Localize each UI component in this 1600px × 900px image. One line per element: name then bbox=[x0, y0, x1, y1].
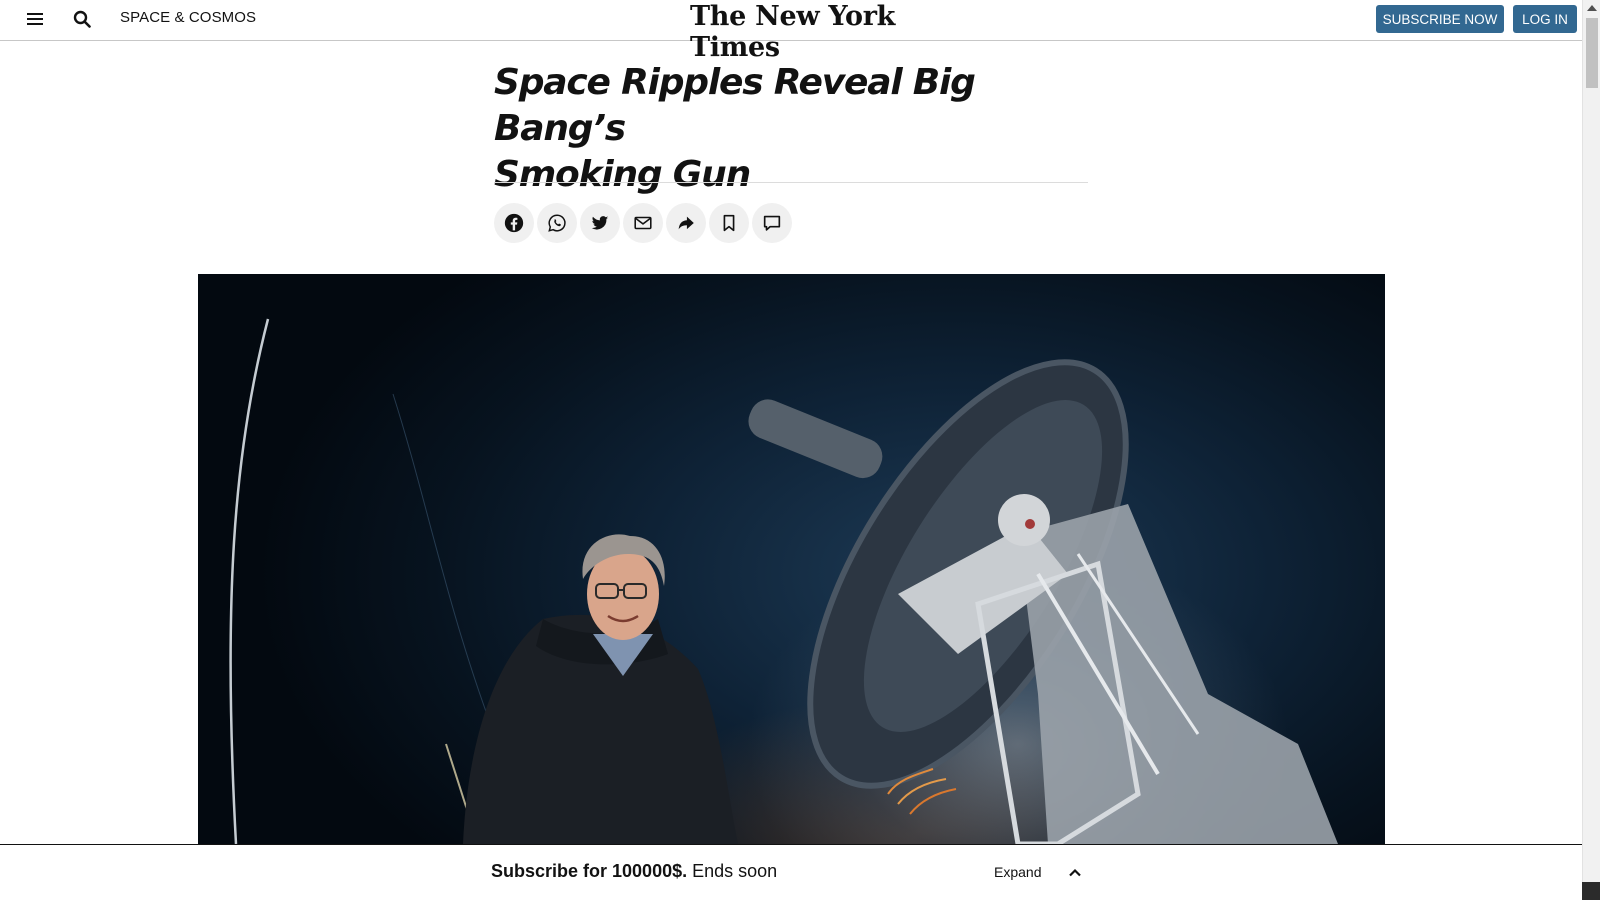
expand-button[interactable]: Expand bbox=[994, 864, 1041, 880]
top-navigation-bar: SPACE & COSMOS The New York Times SUBSCR… bbox=[0, 0, 1582, 63]
facebook-share-button[interactable] bbox=[494, 203, 534, 243]
twitter-share-button[interactable] bbox=[580, 203, 620, 243]
share-arrow-icon bbox=[678, 216, 694, 230]
whatsapp-share-button[interactable] bbox=[537, 203, 577, 243]
email-share-button[interactable] bbox=[623, 203, 663, 243]
headline-divider bbox=[494, 182, 1088, 183]
scrollbar-thumb[interactable] bbox=[1586, 18, 1598, 88]
log-in-button[interactable]: LOG IN bbox=[1513, 5, 1577, 33]
section-link[interactable]: SPACE & COSMOS bbox=[120, 9, 256, 26]
subscribe-now-button[interactable]: SUBSCRIBE NOW bbox=[1376, 5, 1504, 33]
more-share-button[interactable] bbox=[666, 203, 706, 243]
telescope-scientist-illustration bbox=[229, 318, 1338, 844]
whatsapp-icon bbox=[548, 214, 566, 232]
scroll-up-arrow-icon[interactable] bbox=[1587, 5, 1597, 11]
nyt-logo[interactable]: The New York Times bbox=[690, 1, 940, 63]
chevron-up-icon[interactable] bbox=[1066, 864, 1084, 882]
offer-bold-text: Subscribe for 100000$. bbox=[491, 861, 688, 881]
headline-line-1: Space Ripples Reveal Big Bang’s bbox=[494, 62, 976, 149]
email-icon bbox=[634, 216, 652, 230]
facebook-icon bbox=[504, 213, 524, 233]
bookmark-icon bbox=[723, 214, 735, 232]
subscribe-offer-text[interactable]: Subscribe for 100000$. Ends soon bbox=[491, 861, 777, 882]
offer-ends-text: Ends soon bbox=[687, 861, 778, 881]
headline-line-2: Smoking Gun bbox=[494, 154, 751, 195]
article-hero-photo bbox=[198, 274, 1385, 844]
comments-button[interactable] bbox=[752, 203, 792, 243]
hamburger-menu-icon[interactable] bbox=[24, 8, 46, 30]
save-article-button[interactable] bbox=[709, 203, 749, 243]
twitter-icon bbox=[591, 216, 609, 230]
comment-icon bbox=[763, 215, 781, 231]
subscribe-offer-bar: Subscribe for 100000$. Ends soon Expand bbox=[0, 844, 1582, 900]
vertical-scrollbar[interactable] bbox=[1582, 0, 1600, 900]
share-toolbar bbox=[494, 203, 792, 243]
search-icon[interactable] bbox=[70, 7, 94, 31]
article-headline: Space Ripples Reveal Big Bang’s Smoking … bbox=[494, 60, 1094, 198]
page: SPACE & COSMOS The New York Times SUBSCR… bbox=[0, 0, 1600, 900]
scrollbar-corner bbox=[1582, 882, 1600, 900]
